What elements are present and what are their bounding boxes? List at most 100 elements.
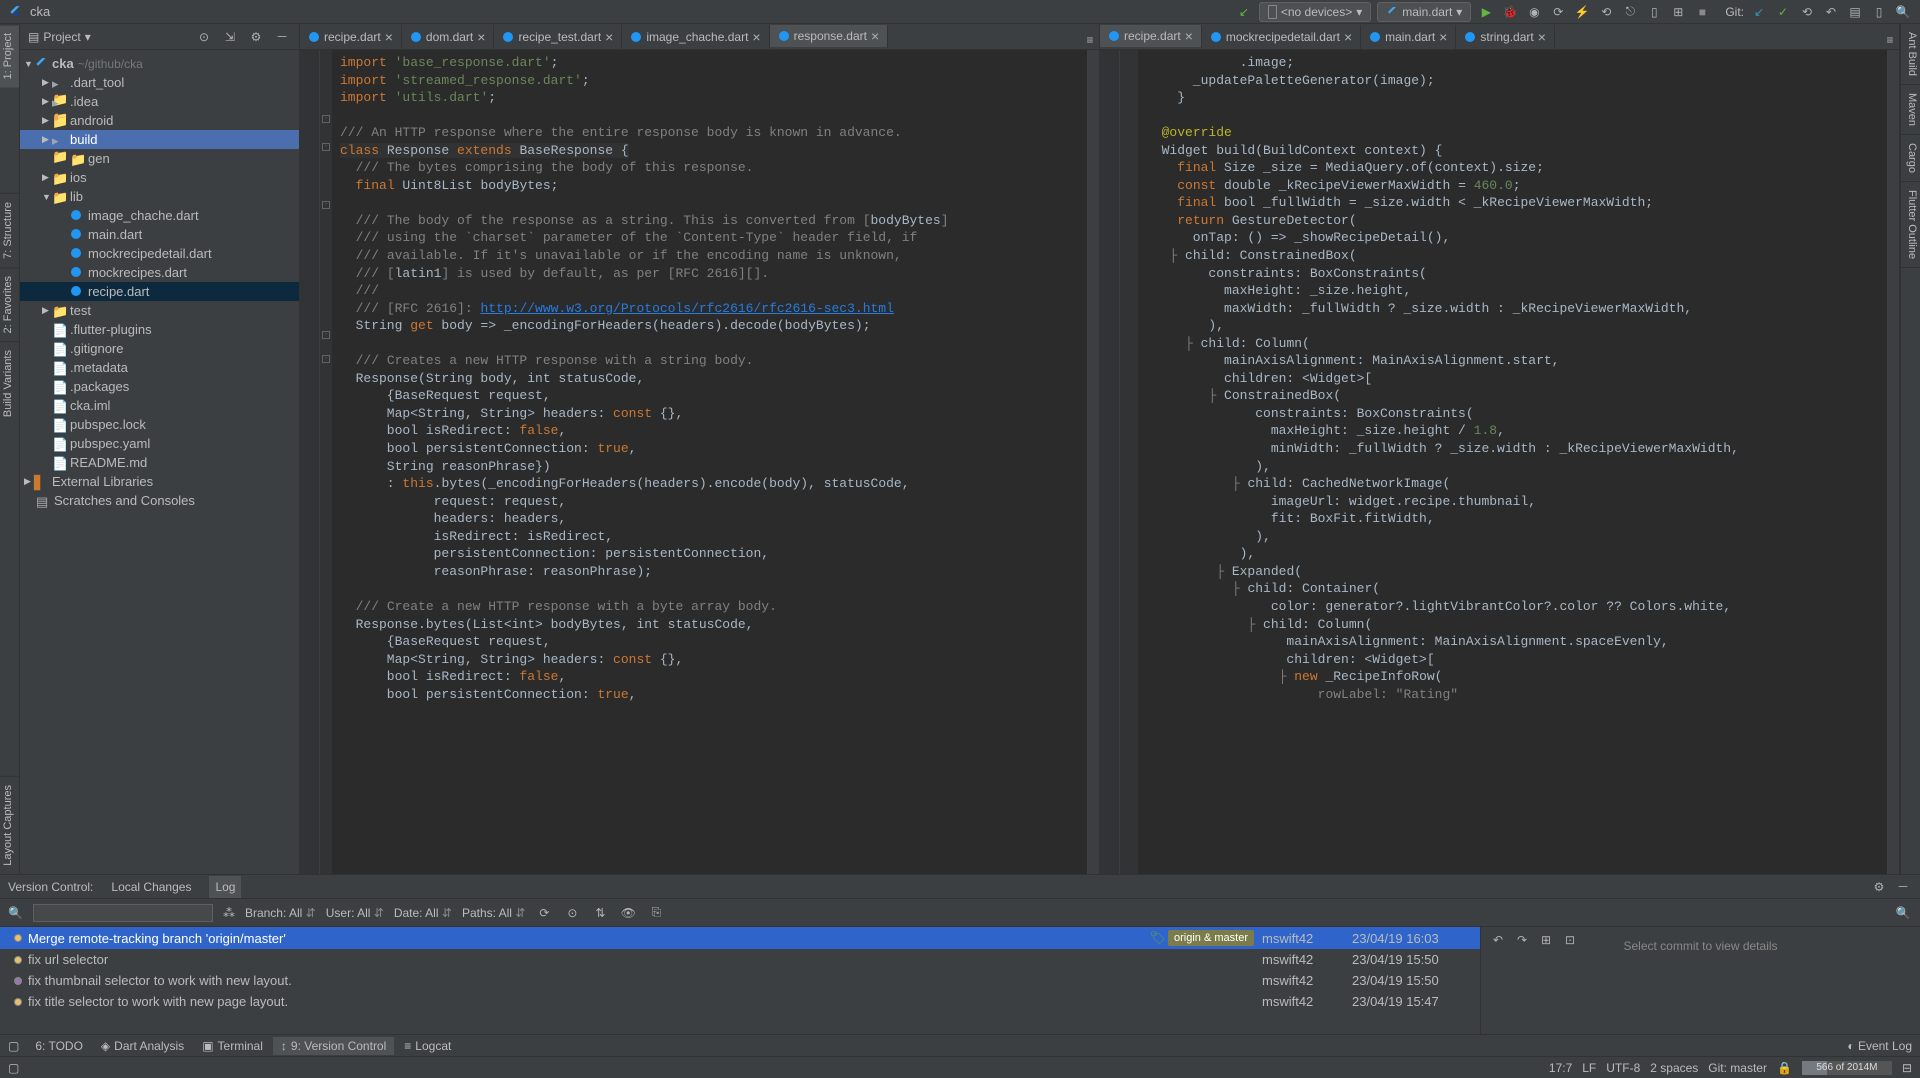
intellisort-icon[interactable]: ⇅ xyxy=(591,904,609,922)
tree-item[interactable]: 📄pubspec.yaml xyxy=(20,434,299,453)
date-filter[interactable]: Date: All ⇵ xyxy=(394,906,452,920)
editor-tab[interactable]: image_chache.dart× xyxy=(622,25,769,49)
editor-tab[interactable]: mockrecipedetail.dart× xyxy=(1202,25,1361,49)
expand-icon[interactable]: ⊡ xyxy=(1561,931,1579,949)
refresh-icon[interactable]: ⟳ xyxy=(535,904,553,922)
tree-item[interactable]: ▶📁ios xyxy=(20,168,299,187)
tree-scratches[interactable]: ▤ Scratches and Consoles xyxy=(20,491,299,510)
hide-icon[interactable]: － xyxy=(273,28,291,46)
close-icon[interactable]: × xyxy=(1185,28,1193,44)
tree-item[interactable]: ▶📁android xyxy=(20,111,299,130)
collapse-icon[interactable]: ⇲ xyxy=(221,28,239,46)
paths-filter[interactable]: Paths: All ⇵ xyxy=(462,906,525,920)
run-icon[interactable]: ▶ xyxy=(1477,3,1495,21)
debug-icon[interactable]: 🐞 xyxy=(1501,3,1519,21)
scroll-from-source-icon[interactable]: ⊙ xyxy=(195,28,213,46)
commit-row[interactable]: fix title selector to work with new page… xyxy=(0,991,1480,1012)
undo-icon[interactable]: ↶ xyxy=(1489,931,1507,949)
tree-external-libraries[interactable]: ▶ ▋ External Libraries xyxy=(20,472,299,491)
git-update-icon[interactable]: ↙ xyxy=(1750,3,1768,21)
run-config-selector[interactable]: main.dart ▾ xyxy=(1377,2,1471,22)
cherry-pick-icon[interactable]: ⊙ xyxy=(563,904,581,922)
commit-row[interactable]: fix url selectormswift4223/04/19 15:50 xyxy=(0,949,1480,970)
device-icon[interactable]: ▯ xyxy=(1645,3,1663,21)
avd-icon[interactable]: ▯ xyxy=(1870,3,1888,21)
tree-item[interactable]: ▶▸📁.dart_tool xyxy=(20,73,299,92)
branch-filter[interactable]: Branch: All ⇵ xyxy=(245,906,316,920)
notifications-icon[interactable]: ⊟ xyxy=(1902,1061,1912,1075)
close-icon[interactable]: × xyxy=(1344,29,1352,45)
vcs-tab-local[interactable]: Local Changes xyxy=(105,876,197,898)
editor-tab[interactable]: main.dart× xyxy=(1361,25,1456,49)
close-icon[interactable]: × xyxy=(1538,29,1546,45)
redo-icon[interactable]: ↷ xyxy=(1513,931,1531,949)
code-editor-right[interactable]: .image; _updatePaletteGenerator(image); … xyxy=(1138,50,1887,874)
widget-icon[interactable]: ⊞ xyxy=(1669,3,1687,21)
code-editor-left[interactable]: import 'base_response.dart'; import 'str… xyxy=(332,50,1087,874)
regex-icon[interactable]: ⁂ xyxy=(223,906,235,920)
vcs-tab-log[interactable]: Log xyxy=(209,876,241,898)
eye-icon[interactable]: 👁 xyxy=(619,904,637,922)
editor-icon[interactable]: ▤ xyxy=(1846,3,1864,21)
editor-tab[interactable]: recipe_test.dart× xyxy=(494,25,622,49)
user-filter[interactable]: User: All ⇵ xyxy=(326,906,384,920)
back-icon[interactable]: ↙ xyxy=(1235,3,1253,21)
gutter-maven[interactable]: Maven xyxy=(1901,85,1920,135)
hot-reload-icon[interactable]: ⚡ xyxy=(1573,3,1591,21)
tree-item[interactable]: 📄README.md xyxy=(20,453,299,472)
profiler-icon[interactable]: ⟳ xyxy=(1549,3,1567,21)
tree-item[interactable]: mockrecipes.dart xyxy=(20,263,299,282)
tool-vcs[interactable]: ↕ 9: Version Control xyxy=(273,1037,394,1055)
close-icon[interactable]: × xyxy=(752,29,760,45)
attach-icon[interactable]: ⎋ xyxy=(1621,3,1639,21)
search-icon[interactable]: 🔍 xyxy=(1894,3,1912,21)
tree-item[interactable]: ▶▸📁.idea xyxy=(20,92,299,111)
hot-restart-icon[interactable]: ⟲ xyxy=(1597,3,1615,21)
bg-tasks-icon[interactable]: ▢ xyxy=(8,1061,19,1075)
group-icon[interactable]: ⊞ xyxy=(1537,931,1555,949)
git-history-icon[interactable]: ⟲ xyxy=(1798,3,1816,21)
gutter-favorites[interactable]: 2: Favorites xyxy=(0,267,19,341)
toggle-tool-icon[interactable]: ▢ xyxy=(8,1039,19,1053)
goto-icon[interactable]: ⎘ xyxy=(647,904,665,922)
git-commit-icon[interactable]: ✓ xyxy=(1774,3,1792,21)
tree-item[interactable]: recipe.dart xyxy=(20,282,299,301)
tool-terminal[interactable]: ▣ Terminal xyxy=(194,1037,271,1055)
lock-icon[interactable]: 🔒 xyxy=(1777,1061,1792,1075)
encoding[interactable]: UTF-8 xyxy=(1606,1061,1640,1075)
tree-item[interactable]: ▶▸📁build xyxy=(20,130,299,149)
tree-item[interactable]: 📄.flutter-plugins xyxy=(20,320,299,339)
git-branch[interactable]: Git: master xyxy=(1708,1061,1767,1075)
device-selector[interactable]: <no devices> ▾ xyxy=(1259,2,1371,22)
gutter-structure[interactable]: 7: Structure xyxy=(0,193,19,267)
gear-icon[interactable]: ⚙ xyxy=(1870,878,1888,896)
editor-tab[interactable]: response.dart× xyxy=(770,25,889,49)
gear-icon[interactable]: ⚙ xyxy=(247,28,265,46)
tree-item[interactable]: ▼📁lib xyxy=(20,187,299,206)
tree-item[interactable]: 📄pubspec.lock xyxy=(20,415,299,434)
tool-dart-analysis[interactable]: ◈ Dart Analysis xyxy=(93,1037,192,1055)
line-ending[interactable]: LF xyxy=(1582,1061,1596,1075)
cursor-pos[interactable]: 17:7 xyxy=(1549,1061,1572,1075)
tab-overflow-icon[interactable]: ≡ xyxy=(1881,31,1899,49)
gutter-build-variants[interactable]: Build Variants xyxy=(0,341,19,425)
gutter-cargo[interactable]: Cargo xyxy=(1901,135,1920,182)
tree-item[interactable]: 📄cka.iml xyxy=(20,396,299,415)
tree-item[interactable]: main.dart xyxy=(20,225,299,244)
coverage-icon[interactable]: ◉ xyxy=(1525,3,1543,21)
event-log[interactable]: ◐ Event Log xyxy=(1847,1039,1912,1053)
vcs-search-input[interactable] xyxy=(33,904,213,922)
tree-item[interactable]: image_chache.dart xyxy=(20,206,299,225)
commit-row[interactable]: Merge remote-tracking branch 'origin/mas… xyxy=(0,927,1480,949)
chevron-down-icon[interactable]: ▾ xyxy=(85,30,91,44)
tree-item[interactable]: ▶📁test xyxy=(20,301,299,320)
tree-item[interactable]: 📄.packages xyxy=(20,377,299,396)
gutter-ant[interactable]: Ant Build xyxy=(1901,24,1920,85)
gutter-project[interactable]: 1: Project xyxy=(0,24,19,87)
close-icon[interactable]: × xyxy=(1439,29,1447,45)
tool-logcat[interactable]: ≡ Logcat xyxy=(396,1037,459,1055)
tool-todo[interactable]: 6: TODO xyxy=(27,1037,91,1055)
close-icon[interactable]: × xyxy=(871,28,879,44)
editor-tab[interactable]: dom.dart× xyxy=(402,25,495,49)
search-icon[interactable]: 🔍 xyxy=(1894,904,1912,922)
